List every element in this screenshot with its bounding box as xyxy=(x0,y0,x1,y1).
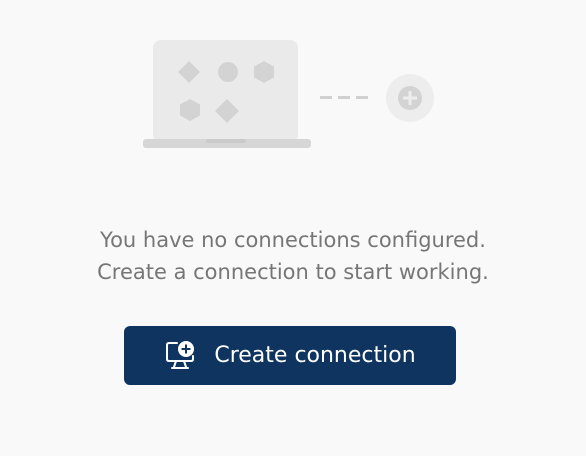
empty-message: You have no connections configured. Crea… xyxy=(0,224,586,288)
circle-shape xyxy=(218,62,238,82)
empty-message-line-2: Create a connection to start working. xyxy=(97,260,489,284)
plus-circle-icon xyxy=(386,74,434,122)
empty-message-line-1: You have no connections configured. xyxy=(100,228,486,252)
empty-state: You have no connections configured. Crea… xyxy=(0,0,586,456)
create-connection-button[interactable]: Create connection xyxy=(124,326,456,385)
create-connection-label: Create connection xyxy=(214,343,416,368)
dashed-connector xyxy=(320,96,368,99)
monitor-plus-icon xyxy=(164,339,198,373)
connection-illustration xyxy=(143,40,434,148)
laptop-icon xyxy=(143,40,311,148)
